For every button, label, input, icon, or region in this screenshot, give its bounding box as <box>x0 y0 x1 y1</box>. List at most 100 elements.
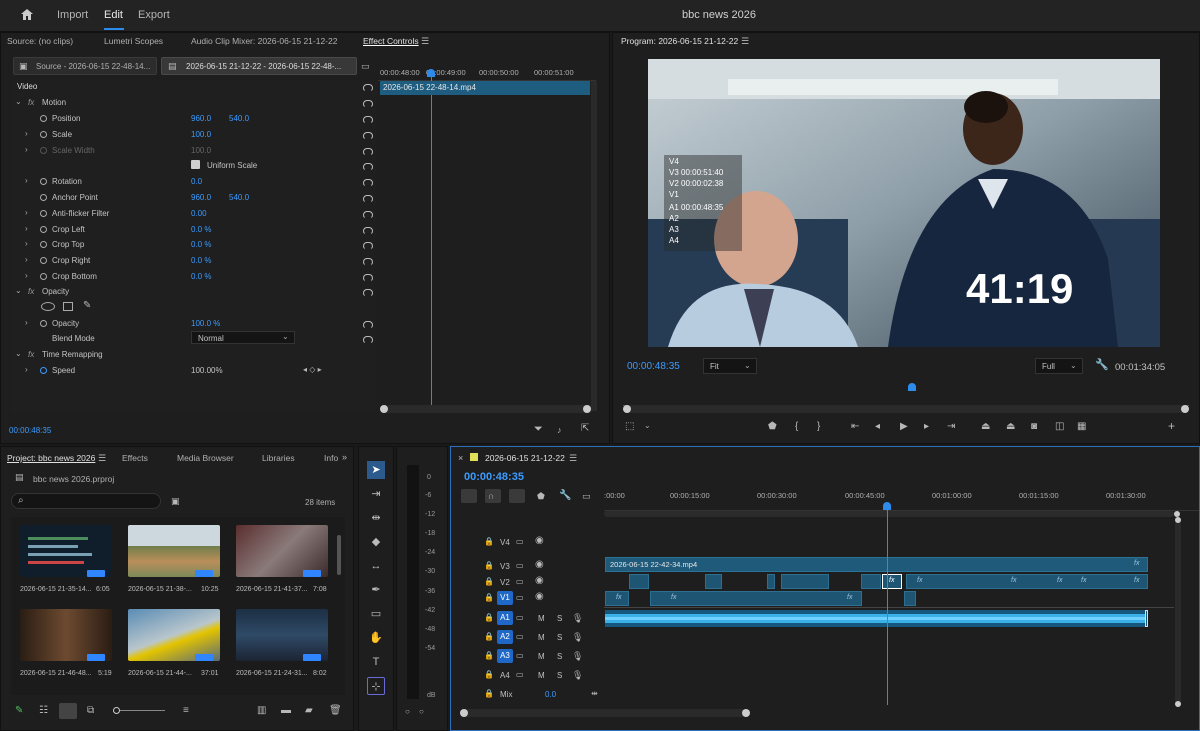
mute-button[interactable]: M <box>538 652 545 661</box>
go-to-in-icon[interactable]: ⇤ <box>851 422 859 432</box>
eye-icon[interactable]: ◉ <box>535 592 544 602</box>
chevron-right-icon[interactable]: › <box>25 129 28 138</box>
speed-value[interactable]: 100.00% <box>191 366 223 375</box>
eye-icon[interactable]: ◉ <box>535 536 544 546</box>
mute-button[interactable]: M <box>538 614 545 623</box>
hand-tool-icon[interactable]: ✋ <box>367 629 385 647</box>
wrench-icon[interactable]: 🔧 <box>559 491 571 501</box>
scroll-handle-bottom[interactable] <box>1175 701 1181 707</box>
reset-icon[interactable] <box>363 258 373 266</box>
track-a2-target[interactable]: A2 <box>497 630 513 644</box>
lock-icon[interactable]: 🔒 <box>484 651 494 661</box>
chevron-right-icon[interactable]: › <box>25 208 28 217</box>
reset-icon[interactable] <box>363 195 373 203</box>
ellipse-mask-icon[interactable] <box>41 302 55 311</box>
position-y[interactable]: 540.0 <box>229 114 249 123</box>
reset-icon[interactable] <box>363 163 373 171</box>
type-tool-icon[interactable]: T <box>367 653 385 671</box>
chevron-down-icon[interactable]: ⌄ <box>644 421 651 430</box>
crop-left-value[interactable]: 0.0 % <box>191 225 211 234</box>
pen-tool-icon[interactable]: ✒ <box>367 581 385 599</box>
scroll-handle-right[interactable] <box>742 709 750 717</box>
camera-icon[interactable]: ◙ <box>1031 422 1037 432</box>
mute-button[interactable]: M <box>538 671 545 680</box>
stopwatch-icon[interactable] <box>40 115 47 122</box>
play-icon[interactable]: ▶ <box>900 422 908 432</box>
mark-out-icon[interactable]: } <box>817 422 820 432</box>
lock-icon[interactable]: 🔒 <box>484 670 494 680</box>
track-v1-target[interactable]: V1 <box>497 591 513 605</box>
reset-icon[interactable] <box>363 321 373 329</box>
ec-timecode[interactable]: 00:00:48:35 <box>9 426 51 435</box>
microphone-icon[interactable]: 🎙 <box>572 632 583 642</box>
tab-project[interactable]: Project: bbc news 2026 <box>7 453 95 463</box>
a1-audio-clip[interactable] <box>605 610 1147 627</box>
find-icon[interactable]: ▬ <box>281 706 291 716</box>
tab-info[interactable]: Info <box>324 453 338 463</box>
reset-icon[interactable] <box>363 274 373 282</box>
freeform-view-icon[interactable]: ⧉ <box>87 706 94 716</box>
chevron-right-icon[interactable]: › <box>25 224 28 233</box>
tab-source[interactable]: Source: (no clips) <box>7 36 73 46</box>
stopwatch-icon[interactable] <box>40 226 47 233</box>
play-audio-icon[interactable]: ♪ <box>557 425 562 435</box>
sync-lock-icon[interactable]: ▭ <box>516 632 524 642</box>
reset-icon[interactable] <box>363 227 373 235</box>
razor-tool-icon[interactable]: ◆ <box>367 533 385 551</box>
stopwatch-icon[interactable] <box>40 178 47 185</box>
v2-clip[interactable] <box>861 574 881 589</box>
source-clip-dropdown[interactable]: ▣ Source - 2026-06-15 22-48-14... <box>13 57 157 75</box>
ec-vertical-scrollbar[interactable] <box>591 81 597 411</box>
timeline-vertical-scrollbar[interactable] <box>1175 517 1181 707</box>
list-view-icon[interactable]: ☷ <box>39 706 48 716</box>
rectangle-tool-icon[interactable]: ▭ <box>367 605 385 623</box>
chevron-right-icon[interactable]: › <box>25 318 28 327</box>
tab-libraries[interactable]: Libraries <box>262 453 295 463</box>
nest-toggle-button[interactable] <box>461 489 477 503</box>
panel-menu-icon[interactable]: ☰ <box>421 36 429 46</box>
antiflicker-value[interactable]: 0.00 <box>191 209 207 218</box>
step-forward-icon[interactable]: ▸ <box>924 422 929 432</box>
pen-mask-icon[interactable]: ✎ <box>83 301 91 311</box>
reset-icon[interactable] <box>363 179 373 187</box>
captions-icon[interactable]: ▭ <box>582 491 591 501</box>
lock-icon[interactable]: 🔒 <box>484 593 494 603</box>
work-area-bar[interactable] <box>604 511 1174 517</box>
scroll-handle-left[interactable] <box>623 405 631 413</box>
lock-icon[interactable]: 🔒 <box>484 577 494 587</box>
lock-icon[interactable]: 🔒 <box>484 537 494 547</box>
timeline-ruler[interactable]: :00:00 00:00:15:00 00:00:30:00 00:00:45:… <box>604 487 1199 511</box>
selection-tool-icon[interactable]: ➤ <box>367 461 385 479</box>
track-a4-label[interactable]: A4 <box>500 671 510 680</box>
solo-right-icon[interactable]: ○ <box>419 707 424 717</box>
sort-icons-icon[interactable]: ≡ <box>183 706 189 716</box>
sync-lock-icon[interactable]: ▭ <box>516 561 524 571</box>
multicam-icon[interactable]: ▦ <box>1077 422 1086 432</box>
stopwatch-icon[interactable] <box>40 320 47 327</box>
thumbnail-size-slider[interactable] <box>113 710 165 711</box>
panel-menu-icon[interactable]: ☰ <box>569 453 577 463</box>
caption-tool-icon[interactable]: ⊹ <box>367 677 385 695</box>
solo-button[interactable]: S <box>557 671 562 680</box>
program-title[interactable]: Program: 2026-06-15 21-12-22 <box>621 36 738 46</box>
v1-clip[interactable]: fx <box>605 591 629 606</box>
rotation-value[interactable]: 0.0 <box>191 177 202 186</box>
solo-left-icon[interactable]: ○ <box>405 707 410 717</box>
rectangle-mask-icon[interactable] <box>63 302 73 311</box>
lift-icon[interactable]: ⏏ <box>981 422 990 432</box>
reset-icon[interactable] <box>363 132 373 140</box>
scroll-handle-left[interactable] <box>460 709 468 717</box>
lock-icon[interactable]: 🔒 <box>484 613 494 623</box>
uniform-scale-checkbox[interactable] <box>191 160 200 169</box>
chevron-down-icon[interactable]: ⌄ <box>15 286 22 295</box>
chevron-right-icon[interactable]: › <box>25 239 28 248</box>
eye-icon[interactable]: ◉ <box>535 576 544 586</box>
wrench-icon[interactable]: 🔧 <box>1095 360 1109 371</box>
chevron-right-icon[interactable]: › <box>25 365 28 374</box>
add-button-icon[interactable]: + <box>1168 420 1175 432</box>
tab-audio-clip-mixer[interactable]: Audio Clip Mixer: 2026-06-15 21-12-22 <box>191 36 337 46</box>
ripple-edit-tool-icon[interactable]: ⇹ <box>367 509 385 527</box>
program-video-frame[interactable]: V4 V3 00:00:51:40 V2 00:00:02:38 V1 A1 0… <box>648 59 1160 347</box>
pencil-icon[interactable]: ✎ <box>15 706 23 716</box>
chevron-right-icon[interactable]: › <box>25 271 28 280</box>
